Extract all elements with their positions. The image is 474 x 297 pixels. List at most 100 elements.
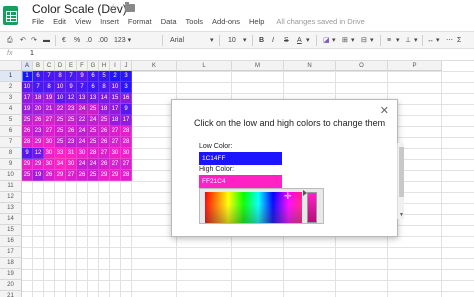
grid-cell[interactable]: 25: [88, 170, 99, 181]
row-header[interactable]: 5: [0, 115, 22, 126]
text-color-button[interactable]: A: [297, 35, 302, 46]
row-header[interactable]: 4: [0, 104, 22, 115]
redo-icon[interactable]: ↷: [31, 35, 37, 46]
grid-cell[interactable]: 30: [44, 159, 55, 170]
grid-cell[interactable]: 25: [88, 126, 99, 137]
grid-cell[interactable]: 30: [44, 148, 55, 159]
paint-format-icon[interactable]: ▬: [43, 35, 50, 46]
grid-cell[interactable]: 29: [33, 159, 44, 170]
font-size-select[interactable]: 10: [228, 35, 236, 46]
fill-color-icon[interactable]: ◪: [323, 35, 330, 46]
font-dropdown-icon[interactable]: ▾: [210, 35, 214, 46]
grid-cell[interactable]: 30: [44, 137, 55, 148]
grid-cell[interactable]: 23: [33, 126, 44, 137]
decrease-decimal-button[interactable]: .0: [86, 35, 92, 46]
borders-dropdown-icon[interactable]: ▾: [351, 35, 355, 46]
row-header[interactable]: 7: [0, 137, 22, 148]
scrollbar-thumb[interactable]: [399, 147, 404, 197]
grid-cell[interactable]: 25: [66, 115, 77, 126]
grid-cell[interactable]: 30: [77, 148, 88, 159]
grid-cell[interactable]: 28: [22, 137, 33, 148]
menu-help[interactable]: Help: [249, 17, 264, 29]
merge-dropdown-icon[interactable]: ▾: [370, 35, 374, 46]
grid-cell[interactable]: 30: [66, 159, 77, 170]
wrap-text-icon[interactable]: ↔: [427, 35, 434, 46]
grid-cell[interactable]: 26: [99, 126, 110, 137]
grid-cell[interactable]: 6: [88, 82, 99, 93]
grid-cell[interactable]: 27: [66, 170, 77, 181]
column-header[interactable]: H: [99, 61, 110, 71]
column-header[interactable]: P: [388, 61, 442, 71]
grid-cell[interactable]: 22: [77, 115, 88, 126]
grid-cell[interactable]: 6: [33, 71, 44, 82]
grid-cell[interactable]: 10: [55, 82, 66, 93]
grid-cell[interactable]: 18: [110, 115, 121, 126]
grid-cell[interactable]: 25: [99, 115, 110, 126]
row-header[interactable]: 21: [0, 291, 22, 297]
column-header[interactable]: F: [77, 61, 88, 71]
row-header[interactable]: 12: [0, 192, 22, 203]
grid-cell[interactable]: 10: [110, 82, 121, 93]
grid-cell[interactable]: 10: [22, 82, 33, 93]
brightness-slider[interactable]: [307, 192, 317, 223]
star-icon[interactable]: ☆: [108, 1, 119, 15]
grid-cell[interactable]: 26: [44, 170, 55, 181]
column-header[interactable]: I: [110, 61, 121, 71]
row-header[interactable]: 11: [0, 181, 22, 192]
column-header[interactable]: O: [336, 61, 388, 71]
menu-tools[interactable]: Tools: [186, 17, 204, 29]
grid-cell[interactable]: 18: [99, 104, 110, 115]
grid-cell[interactable]: 8: [99, 82, 110, 93]
row-header[interactable]: 13: [0, 203, 22, 214]
italic-button[interactable]: I: [272, 35, 274, 46]
grid-cell[interactable]: 7: [33, 82, 44, 93]
menu-addons[interactable]: Add-ons: [212, 17, 240, 29]
currency-button[interactable]: €: [62, 35, 66, 46]
row-header[interactable]: 20: [0, 280, 22, 291]
column-header[interactable]: A: [22, 61, 33, 71]
grid-cell[interactable]: 26: [33, 115, 44, 126]
select-all-corner[interactable]: [0, 61, 22, 71]
font-select[interactable]: Arial: [170, 35, 184, 46]
grid-cell[interactable]: 22: [55, 104, 66, 115]
close-icon[interactable]: ✕: [380, 106, 389, 117]
functions-icon[interactable]: Σ: [457, 35, 461, 46]
row-header[interactable]: 16: [0, 236, 22, 247]
grid-cell[interactable]: 17: [121, 115, 132, 126]
grid-cell[interactable]: 5: [99, 71, 110, 82]
crosshair-icon[interactable]: ✛: [284, 192, 292, 201]
align-left-icon[interactable]: ≡: [387, 35, 391, 46]
grid-cell[interactable]: 33: [55, 148, 66, 159]
column-header[interactable]: N: [284, 61, 336, 71]
grid-cell[interactable]: 24: [88, 159, 99, 170]
borders-icon[interactable]: ⊞: [342, 35, 348, 46]
grid-cell[interactable]: 25: [22, 115, 33, 126]
grid-cell[interactable]: 9: [77, 71, 88, 82]
high-color-swatch[interactable]: FF21C4: [199, 175, 282, 188]
grid-cell[interactable]: 12: [66, 93, 77, 104]
column-header[interactable]: M: [232, 61, 284, 71]
grid-cell[interactable]: 8: [44, 82, 55, 93]
grid-cell[interactable]: 24: [88, 115, 99, 126]
row-header[interactable]: 14: [0, 214, 22, 225]
grid-cell[interactable]: 19: [22, 104, 33, 115]
grid-cell[interactable]: 19: [33, 170, 44, 181]
grid-cell[interactable]: 27: [99, 148, 110, 159]
grid-cell[interactable]: 29: [22, 159, 33, 170]
grid-cell[interactable]: 30: [121, 148, 132, 159]
grid-cell[interactable]: 24: [77, 137, 88, 148]
grid-cell[interactable]: 25: [22, 170, 33, 181]
grid-cell[interactable]: 27: [44, 115, 55, 126]
column-header[interactable]: K: [132, 61, 177, 71]
dialog-scrollbar[interactable]: ▼: [397, 143, 404, 219]
grid-cell[interactable]: 23: [66, 137, 77, 148]
grid-cell[interactable]: 17: [22, 93, 33, 104]
row-header[interactable]: 3: [0, 93, 22, 104]
text-color-dropdown-icon[interactable]: ▾: [306, 35, 310, 46]
align-dropdown-icon[interactable]: ▾: [396, 35, 400, 46]
row-header[interactable]: 18: [0, 258, 22, 269]
grid-cell[interactable]: 2: [110, 71, 121, 82]
grid-cell[interactable]: 26: [99, 159, 110, 170]
row-header[interactable]: 19: [0, 269, 22, 280]
grid-cell[interactable]: 13: [77, 93, 88, 104]
